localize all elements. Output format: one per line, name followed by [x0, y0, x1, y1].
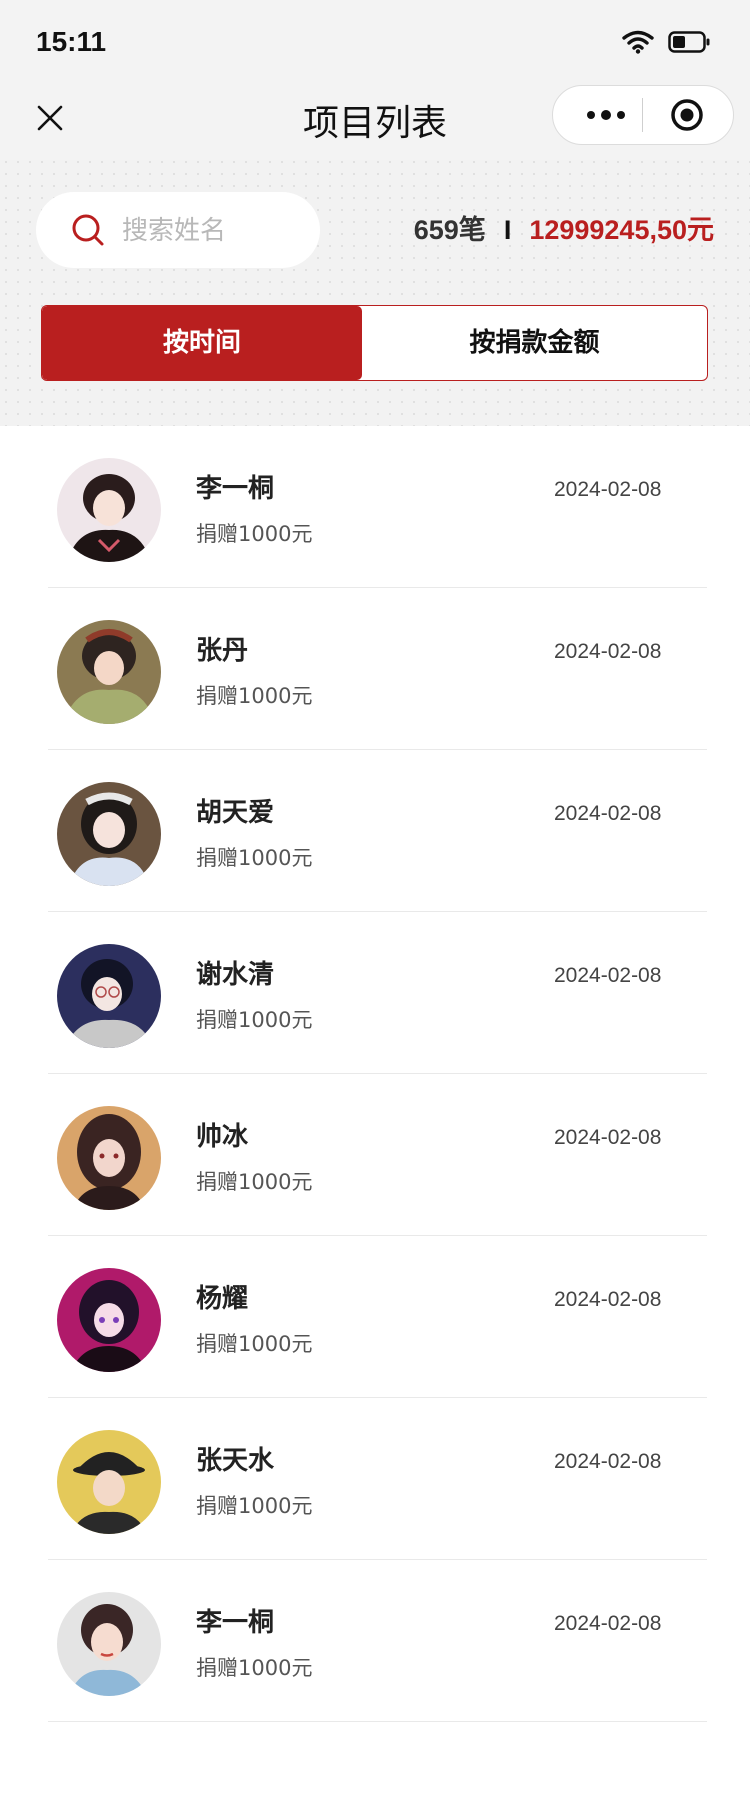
stats-separator: I — [503, 215, 512, 245]
donation-date: 2024-02-08 — [554, 964, 662, 987]
capsule-divider — [642, 98, 643, 132]
avatar — [57, 944, 161, 1048]
avatar — [57, 1430, 161, 1534]
donor-name: 杨耀 — [196, 1284, 249, 1314]
more-icon[interactable] — [583, 100, 629, 130]
search-icon — [72, 214, 104, 246]
donor-name: 张天水 — [196, 1446, 275, 1476]
search-box[interactable] — [36, 192, 320, 268]
donation-date: 2024-02-08 — [554, 478, 662, 501]
list-item[interactable]: 李一桐 捐赠1000元 2024-02-08 — [0, 1560, 750, 1722]
status-bar: 15:11 — [0, 0, 750, 84]
wifi-icon — [622, 30, 654, 54]
donor-name: 张丹 — [196, 636, 249, 666]
donation-amount: 捐赠1000元 — [196, 1332, 313, 1356]
donor-name: 胡天爱 — [196, 798, 275, 828]
donation-amount: 捐赠1000元 — [196, 846, 313, 870]
search-input[interactable] — [120, 210, 304, 252]
status-time: 15:11 — [36, 26, 107, 57]
donation-amount: 捐赠1000元 — [196, 1656, 313, 1680]
donation-date: 2024-02-08 — [554, 1450, 662, 1473]
list-item[interactable]: 杨耀 捐赠1000元 2024-02-08 — [0, 1236, 750, 1398]
donation-date: 2024-02-08 — [554, 640, 662, 663]
avatar — [57, 458, 161, 562]
list-item[interactable]: 帅冰 捐赠1000元 2024-02-08 — [0, 1074, 750, 1236]
tab-sort-by-amount[interactable]: 按捐款金额 — [362, 306, 707, 380]
donor-name: 李一桐 — [196, 1608, 275, 1638]
list-item[interactable]: 李一桐 捐赠1000元 2024-02-08 — [0, 426, 750, 588]
avatar — [57, 620, 161, 724]
battery-icon — [668, 31, 710, 53]
donation-stats: 659笔 I 12999245,50元 — [414, 208, 714, 247]
donor-name: 帅冰 — [196, 1122, 249, 1152]
donation-amount: 捐赠1000元 — [196, 1170, 313, 1194]
donor-list: 李一桐 捐赠1000元 2024-02-08 张丹 捐赠1000元 2024-0… — [0, 426, 750, 1722]
donation-count: 659笔 — [413, 215, 486, 245]
avatar — [57, 1592, 161, 1696]
list-item[interactable]: 胡天爱 捐赠1000元 2024-02-08 — [0, 750, 750, 912]
donation-date: 2024-02-08 — [554, 1126, 662, 1149]
close-program-icon[interactable] — [670, 98, 704, 132]
donation-amount: 捐赠1000元 — [196, 1008, 313, 1032]
avatar — [57, 1106, 161, 1210]
avatar — [57, 1268, 161, 1372]
sort-tabs: 按时间 按捐款金额 — [41, 305, 708, 381]
donor-name: 谢水清 — [196, 960, 275, 990]
donation-total: 12999245,50元 — [529, 215, 714, 245]
list-item[interactable]: 张天水 捐赠1000元 2024-02-08 — [0, 1398, 750, 1560]
donation-date: 2024-02-08 — [554, 1288, 662, 1311]
donation-amount: 捐赠1000元 — [196, 684, 313, 708]
mini-program-capsule — [552, 85, 734, 145]
donation-date: 2024-02-08 — [554, 1612, 662, 1635]
donation-amount: 捐赠1000元 — [196, 522, 313, 546]
donation-amount: 捐赠1000元 — [196, 1494, 313, 1518]
donor-name: 李一桐 — [196, 474, 275, 504]
avatar — [57, 782, 161, 886]
list-item[interactable]: 谢水清 捐赠1000元 2024-02-08 — [0, 912, 750, 1074]
list-item[interactable]: 张丹 捐赠1000元 2024-02-08 — [0, 588, 750, 750]
tab-sort-by-time[interactable]: 按时间 — [42, 306, 362, 380]
donation-date: 2024-02-08 — [554, 802, 662, 825]
